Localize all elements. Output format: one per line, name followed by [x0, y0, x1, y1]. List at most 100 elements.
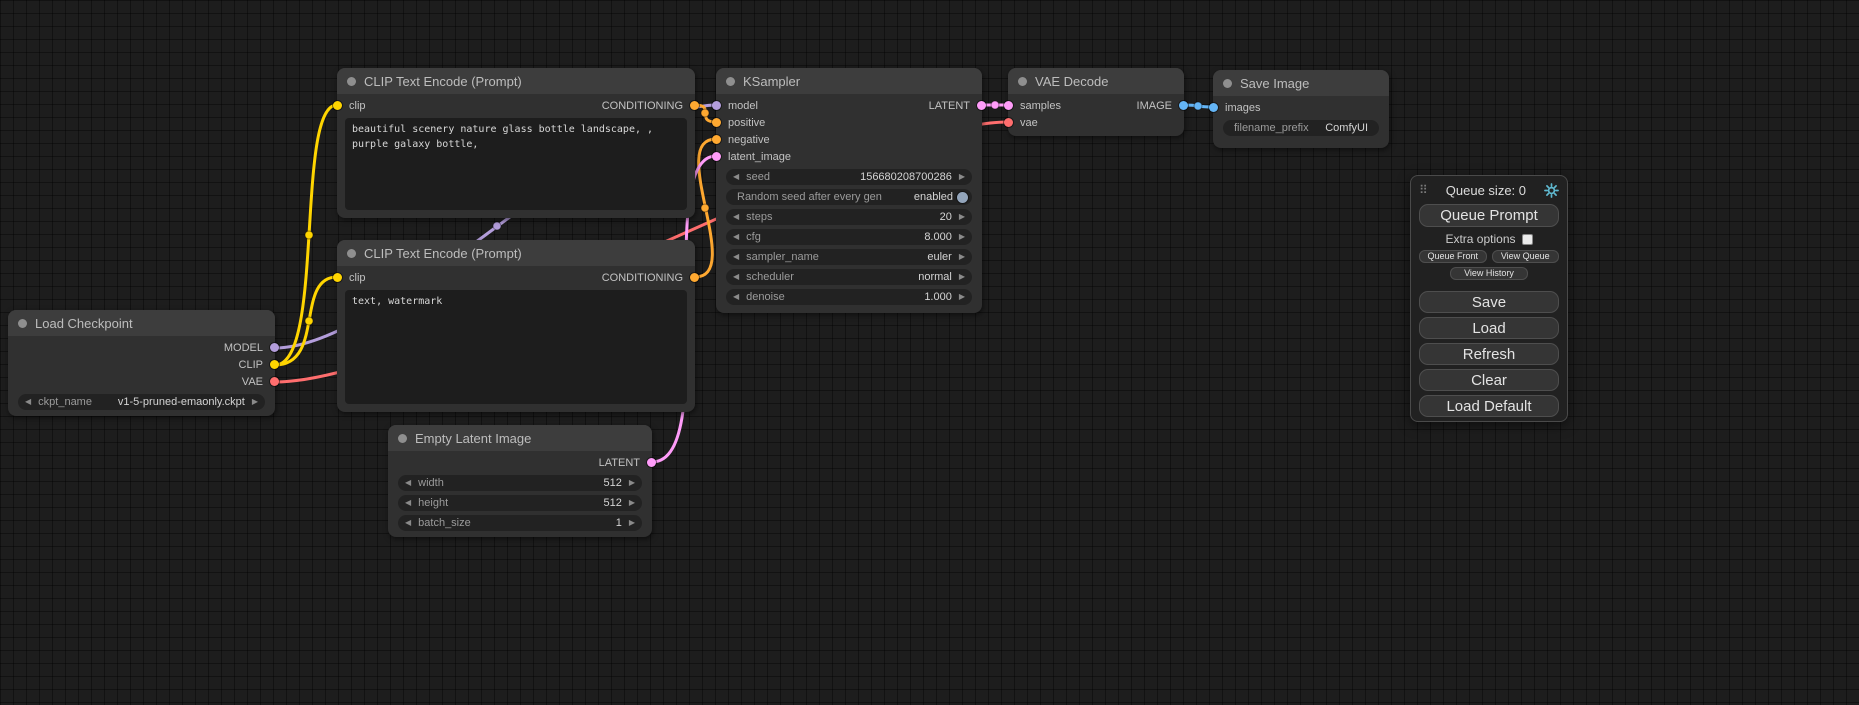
widget-cfg[interactable]: ◀ cfg 8.000 ▶	[726, 229, 972, 245]
widget-denoise[interactable]: ◀ denoise 1.000 ▶	[726, 289, 972, 305]
increment-arrow-icon[interactable]: ▶	[959, 293, 965, 301]
decrement-arrow-icon[interactable]: ◀	[405, 519, 411, 527]
refresh-button[interactable]: Refresh	[1419, 343, 1559, 365]
collapse-dot-icon[interactable]	[347, 249, 356, 258]
collapse-dot-icon[interactable]	[1018, 77, 1027, 86]
drag-handle-icon[interactable]: ⠿	[1419, 184, 1428, 196]
collapse-dot-icon[interactable]	[398, 434, 407, 443]
collapse-dot-icon[interactable]	[18, 319, 27, 328]
prompt-textarea[interactable]: text, watermark	[345, 290, 687, 404]
widget-sampler-name[interactable]: ◀ sampler_name euler ▶	[726, 249, 972, 265]
decrement-arrow-icon[interactable]: ◀	[25, 398, 31, 406]
widget-value[interactable]: v1-5-pruned-emaonly.ckpt	[118, 396, 245, 408]
images-input-port[interactable]	[1209, 103, 1218, 112]
decrement-arrow-icon[interactable]: ◀	[733, 253, 739, 261]
node-save-image[interactable]: Save Image images filename_prefix ComfyU…	[1213, 70, 1389, 148]
increment-arrow-icon[interactable]: ▶	[959, 173, 965, 181]
node-title-bar[interactable]: CLIP Text Encode (Prompt)	[337, 240, 695, 266]
queue-front-button[interactable]: Queue Front	[1419, 250, 1487, 263]
widget-value[interactable]: 8.000	[924, 231, 952, 243]
increment-arrow-icon[interactable]: ▶	[252, 398, 258, 406]
slot-row: model LATENT	[716, 97, 982, 114]
node-title-bar[interactable]: Save Image	[1213, 70, 1389, 96]
collapse-dot-icon[interactable]	[347, 77, 356, 86]
widget-value[interactable]: 1	[616, 517, 622, 529]
increment-arrow-icon[interactable]: ▶	[629, 519, 635, 527]
decrement-arrow-icon[interactable]: ◀	[733, 173, 739, 181]
widget-value[interactable]: 512	[603, 477, 621, 489]
node-graph-canvas[interactable]: Load Checkpoint MODEL CLIP VAE ◀ ckpt_na…	[0, 0, 1859, 705]
load-default-button[interactable]: Load Default	[1419, 395, 1559, 417]
settings-gear-icon[interactable]	[1544, 183, 1559, 198]
widget-ckpt-name[interactable]: ◀ ckpt_name v1-5-pruned-emaonly.ckpt ▶	[18, 394, 265, 410]
node-empty-latent-image[interactable]: Empty Latent Image LATENT ◀ width 512 ▶ …	[388, 425, 652, 537]
slot-row: latent_image	[716, 148, 982, 165]
widget-value[interactable]: 1.000	[924, 291, 952, 303]
widget-width[interactable]: ◀ width 512 ▶	[398, 475, 642, 491]
latent-output-port[interactable]	[977, 101, 986, 110]
node-ksampler[interactable]: KSampler model LATENT positive negative …	[716, 68, 982, 313]
decrement-arrow-icon[interactable]: ◀	[733, 293, 739, 301]
widget-steps[interactable]: ◀ steps 20 ▶	[726, 209, 972, 225]
view-history-button[interactable]: View History	[1450, 267, 1528, 280]
decrement-arrow-icon[interactable]: ◀	[405, 479, 411, 487]
clip-input-port[interactable]	[333, 273, 342, 282]
conditioning-output-port[interactable]	[690, 101, 699, 110]
save-button[interactable]: Save	[1419, 291, 1559, 313]
node-load-checkpoint[interactable]: Load Checkpoint MODEL CLIP VAE ◀ ckpt_na…	[8, 310, 275, 416]
widget-batch-size[interactable]: ◀ batch_size 1 ▶	[398, 515, 642, 531]
node-title-bar[interactable]: KSampler	[716, 68, 982, 94]
widget-filename-prefix[interactable]: filename_prefix ComfyUI	[1223, 120, 1379, 136]
prompt-textarea[interactable]: beautiful scenery nature glass bottle la…	[345, 118, 687, 210]
negative-input-port[interactable]	[712, 135, 721, 144]
samples-input-port[interactable]	[1004, 101, 1013, 110]
latent-image-input-port[interactable]	[712, 152, 721, 161]
increment-arrow-icon[interactable]: ▶	[959, 213, 965, 221]
collapse-dot-icon[interactable]	[726, 77, 735, 86]
widget-value[interactable]: 512	[603, 497, 621, 509]
positive-input-port[interactable]	[712, 118, 721, 127]
vae-input-port[interactable]	[1004, 118, 1013, 127]
increment-arrow-icon[interactable]: ▶	[629, 499, 635, 507]
node-title-bar[interactable]: VAE Decode	[1008, 68, 1184, 94]
node-clip-text-encode-negative[interactable]: CLIP Text Encode (Prompt) clip CONDITION…	[337, 240, 695, 412]
load-button[interactable]: Load	[1419, 317, 1559, 339]
widget-value[interactable]: normal	[918, 271, 952, 283]
widget-value[interactable]: 156680208700286	[860, 171, 952, 183]
conditioning-output-port[interactable]	[690, 273, 699, 282]
widget-scheduler[interactable]: ◀ scheduler normal ▶	[726, 269, 972, 285]
image-output-port[interactable]	[1179, 101, 1188, 110]
widget-value[interactable]: 20	[940, 211, 952, 223]
decrement-arrow-icon[interactable]: ◀	[733, 273, 739, 281]
widget-random-seed-toggle[interactable]: Random seed after every gen enabled	[726, 189, 972, 205]
view-queue-button[interactable]: View Queue	[1492, 250, 1560, 263]
model-output-port[interactable]	[270, 343, 279, 352]
vae-output-port[interactable]	[270, 377, 279, 386]
node-clip-text-encode-positive[interactable]: CLIP Text Encode (Prompt) clip CONDITION…	[337, 68, 695, 218]
node-title-bar[interactable]: CLIP Text Encode (Prompt)	[337, 68, 695, 94]
collapse-dot-icon[interactable]	[1223, 79, 1232, 88]
decrement-arrow-icon[interactable]: ◀	[733, 233, 739, 241]
widget-value[interactable]: ComfyUI	[1325, 122, 1368, 134]
clip-input-port[interactable]	[333, 101, 342, 110]
increment-arrow-icon[interactable]: ▶	[959, 253, 965, 261]
increment-arrow-icon[interactable]: ▶	[959, 273, 965, 281]
queue-prompt-button[interactable]: Queue Prompt	[1419, 204, 1559, 227]
clear-button[interactable]: Clear	[1419, 369, 1559, 391]
node-title-bar[interactable]: Load Checkpoint	[8, 310, 275, 336]
toggle-icon[interactable]	[957, 192, 968, 203]
latent-output-port[interactable]	[647, 458, 656, 467]
node-title-bar[interactable]: Empty Latent Image	[388, 425, 652, 451]
clip-output-port[interactable]	[270, 360, 279, 369]
decrement-arrow-icon[interactable]: ◀	[405, 499, 411, 507]
increment-arrow-icon[interactable]: ▶	[959, 233, 965, 241]
model-input-port[interactable]	[712, 101, 721, 110]
node-vae-decode[interactable]: VAE Decode samples IMAGE vae	[1008, 68, 1184, 136]
increment-arrow-icon[interactable]: ▶	[629, 479, 635, 487]
widget-value[interactable]: enabled	[914, 191, 953, 203]
extra-options-checkbox[interactable]	[1522, 234, 1533, 245]
widget-seed[interactable]: ◀ seed 156680208700286 ▶	[726, 169, 972, 185]
widget-value[interactable]: euler	[927, 251, 951, 263]
widget-height[interactable]: ◀ height 512 ▶	[398, 495, 642, 511]
decrement-arrow-icon[interactable]: ◀	[733, 213, 739, 221]
